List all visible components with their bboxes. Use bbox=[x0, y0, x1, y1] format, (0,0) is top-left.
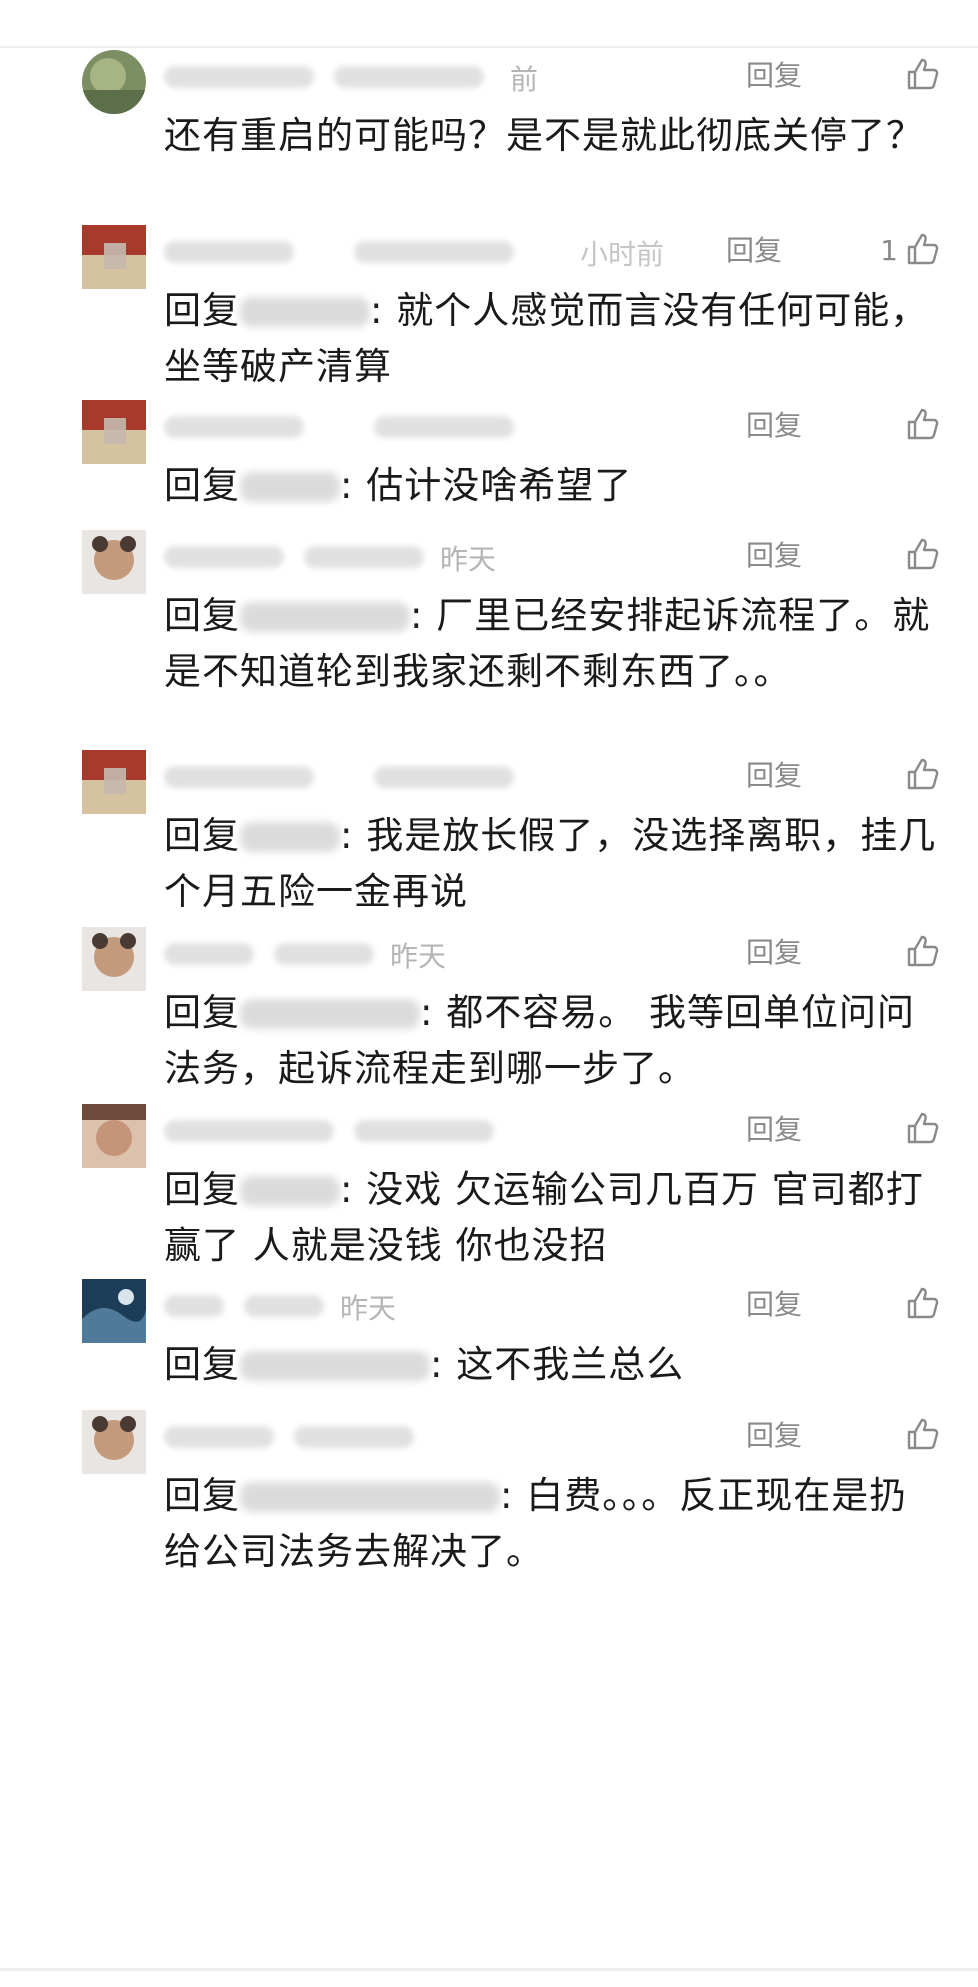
mention-blurred[interactable] bbox=[240, 472, 340, 502]
comment-text: 回复: 没戏 欠运输公司几百万 官司都打赢了 人就是没钱 你也没招 bbox=[164, 1168, 924, 1267]
reply-button[interactable]: 回复 bbox=[726, 233, 782, 269]
avatar[interactable] bbox=[82, 1104, 146, 1168]
username-blurred bbox=[164, 1295, 224, 1317]
avatar[interactable] bbox=[82, 225, 146, 289]
comment-meta bbox=[164, 1414, 704, 1458]
comment-text: 回复: 就个人感觉而言没有任何可能，坐等破产清算 bbox=[164, 289, 929, 388]
username-blurred bbox=[164, 416, 304, 438]
location-blurred bbox=[244, 1295, 324, 1317]
location-blurred bbox=[354, 241, 514, 263]
mention-blurred[interactable] bbox=[240, 297, 370, 327]
thumbs-up-icon[interactable] bbox=[905, 933, 941, 969]
thumbs-up-icon[interactable] bbox=[905, 1110, 941, 1146]
username-blurred bbox=[164, 1120, 334, 1142]
comment-text: 回复: 这不我兰总么 bbox=[164, 1343, 685, 1386]
location-blurred bbox=[274, 943, 374, 965]
thumbs-up-icon[interactable] bbox=[905, 536, 941, 572]
username-blurred bbox=[164, 1426, 274, 1448]
comment-meta: 小时前 bbox=[164, 229, 704, 273]
comment-text: 回复: 厂里已经安排起诉流程了。就是不知道轮到我家还剩不剩东西了。。 bbox=[164, 594, 931, 693]
reply-button[interactable]: 回复 bbox=[746, 1418, 802, 1454]
location-blurred bbox=[304, 546, 424, 568]
comment-text: 回复: 我是放长假了，没选择离职，挂几个月五险一金再说 bbox=[164, 814, 937, 913]
username-blurred bbox=[164, 66, 314, 88]
username-blurred bbox=[164, 241, 294, 263]
thumbs-up-icon[interactable] bbox=[905, 231, 941, 267]
avatar[interactable] bbox=[82, 927, 146, 991]
top-divider bbox=[0, 46, 978, 48]
avatar[interactable] bbox=[82, 50, 146, 114]
mention-blurred[interactable] bbox=[240, 999, 420, 1029]
reply-button[interactable]: 回复 bbox=[746, 1287, 802, 1323]
avatar[interactable] bbox=[82, 530, 146, 594]
comment-meta: 昨天 bbox=[164, 1283, 704, 1327]
comment-meta bbox=[164, 404, 704, 448]
comment-meta bbox=[164, 754, 704, 798]
comment-meta bbox=[164, 1108, 704, 1152]
reply-button[interactable]: 回复 bbox=[746, 758, 802, 794]
mention-blurred[interactable] bbox=[240, 1482, 500, 1512]
reply-button[interactable]: 回复 bbox=[746, 58, 802, 94]
thumbs-up-icon[interactable] bbox=[905, 406, 941, 442]
avatar[interactable] bbox=[82, 400, 146, 464]
like-count: 1 bbox=[880, 234, 898, 267]
thumbs-up-icon[interactable] bbox=[905, 1285, 941, 1321]
location-blurred bbox=[374, 416, 514, 438]
reply-button[interactable]: 回复 bbox=[746, 408, 802, 444]
thumbs-up-icon[interactable] bbox=[905, 756, 941, 792]
thumbs-up-icon[interactable] bbox=[905, 1416, 941, 1452]
comment-meta: 昨天 bbox=[164, 534, 704, 578]
username-blurred bbox=[164, 943, 254, 965]
comment-time: 前 bbox=[510, 63, 539, 96]
comment-text: 回复: 都不容易。 我等回单位问问法务，起诉流程走到哪一步了。 bbox=[164, 991, 915, 1090]
location-blurred bbox=[354, 1120, 494, 1142]
location-blurred bbox=[374, 766, 514, 788]
comment-time: 昨天 bbox=[390, 940, 447, 973]
reply-button[interactable]: 回复 bbox=[746, 538, 802, 574]
comment-time: 小时前 bbox=[580, 238, 665, 271]
username-blurred bbox=[164, 766, 314, 788]
comment-text: 回复: 白费。。。反正现在是扔给公司法务去解决了。 bbox=[164, 1474, 908, 1573]
reply-button[interactable]: 回复 bbox=[746, 935, 802, 971]
reply-button[interactable]: 回复 bbox=[746, 1112, 802, 1148]
location-blurred bbox=[294, 1426, 414, 1448]
mention-blurred[interactable] bbox=[240, 1351, 430, 1381]
comment-meta: 昨天 bbox=[164, 931, 704, 975]
avatar[interactable] bbox=[82, 750, 146, 814]
comment-meta: 前 bbox=[164, 54, 704, 98]
bottom-divider bbox=[0, 1968, 978, 1971]
username-blurred bbox=[164, 546, 284, 568]
location-blurred bbox=[334, 66, 484, 88]
comment-time: 昨天 bbox=[340, 1292, 397, 1325]
comment-text: 回复: 估计没啥希望了 bbox=[164, 464, 633, 507]
avatar[interactable] bbox=[82, 1410, 146, 1474]
mention-blurred[interactable] bbox=[240, 1176, 340, 1206]
comment-text: 还有重启的可能吗？是不是就此彻底关停了？ bbox=[164, 114, 924, 157]
avatar[interactable] bbox=[82, 1279, 146, 1343]
mention-blurred[interactable] bbox=[240, 602, 410, 632]
comment-time: 昨天 bbox=[440, 543, 497, 576]
thumbs-up-icon[interactable] bbox=[905, 56, 941, 92]
mention-blurred[interactable] bbox=[240, 822, 340, 852]
